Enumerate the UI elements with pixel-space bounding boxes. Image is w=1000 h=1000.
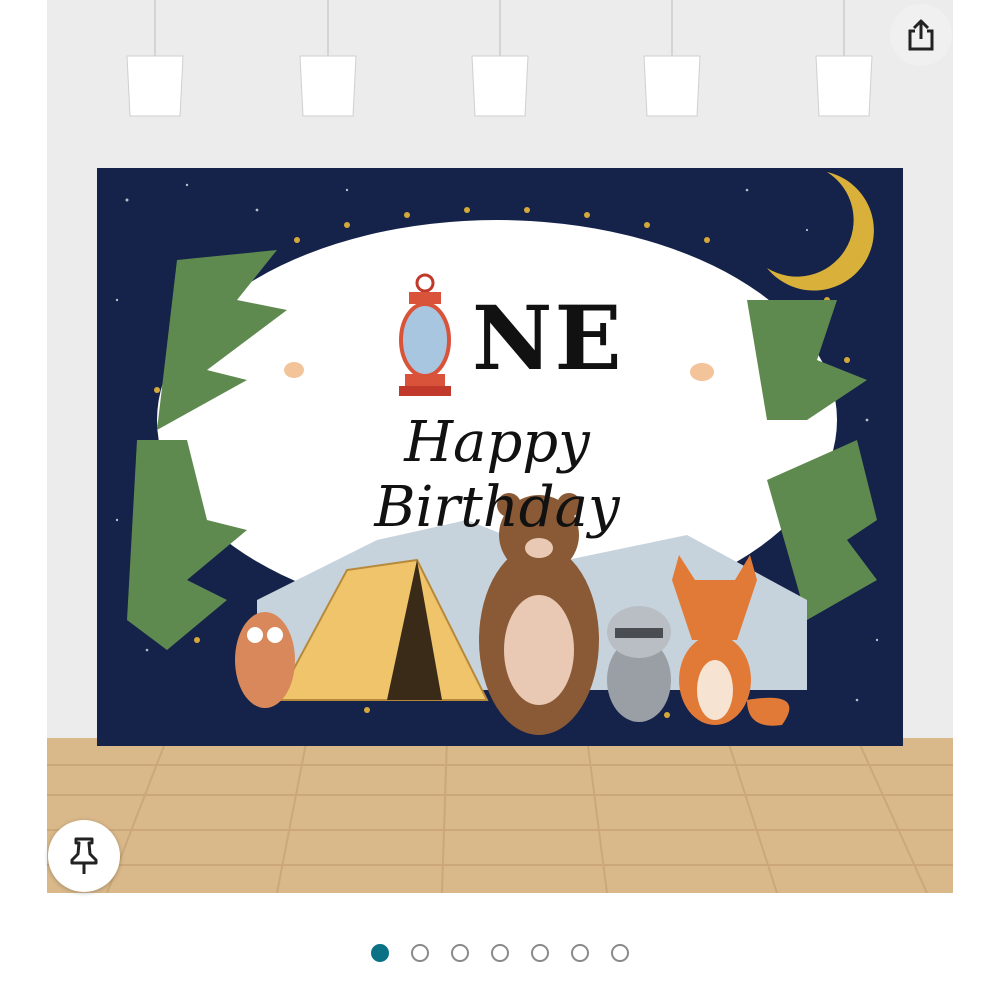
carousel-dot-6[interactable] [571,944,589,962]
pushpin-icon [70,837,98,874]
product-image-gallery: NE Happy Birthday [0,0,1000,1000]
carousel-dot-7[interactable] [611,944,629,962]
banner-greeting: Happy Birthday [374,410,620,540]
owl [235,612,295,708]
carousel-dot-1[interactable] [371,944,389,962]
raccoon [607,606,671,722]
share-button[interactable] [890,4,952,66]
banner-title-one: NE [472,286,624,390]
carousel-dot-3[interactable] [451,944,469,962]
image-carousel-indicator [0,940,1000,966]
pin-button[interactable] [48,820,120,892]
product-photo[interactable]: NE Happy Birthday [47,0,953,893]
share-icon [908,19,934,51]
carousel-dot-4[interactable] [491,944,509,962]
wood-floor [47,738,953,893]
carousel-dot-2[interactable] [411,944,429,962]
carousel-dot-5[interactable] [531,944,549,962]
